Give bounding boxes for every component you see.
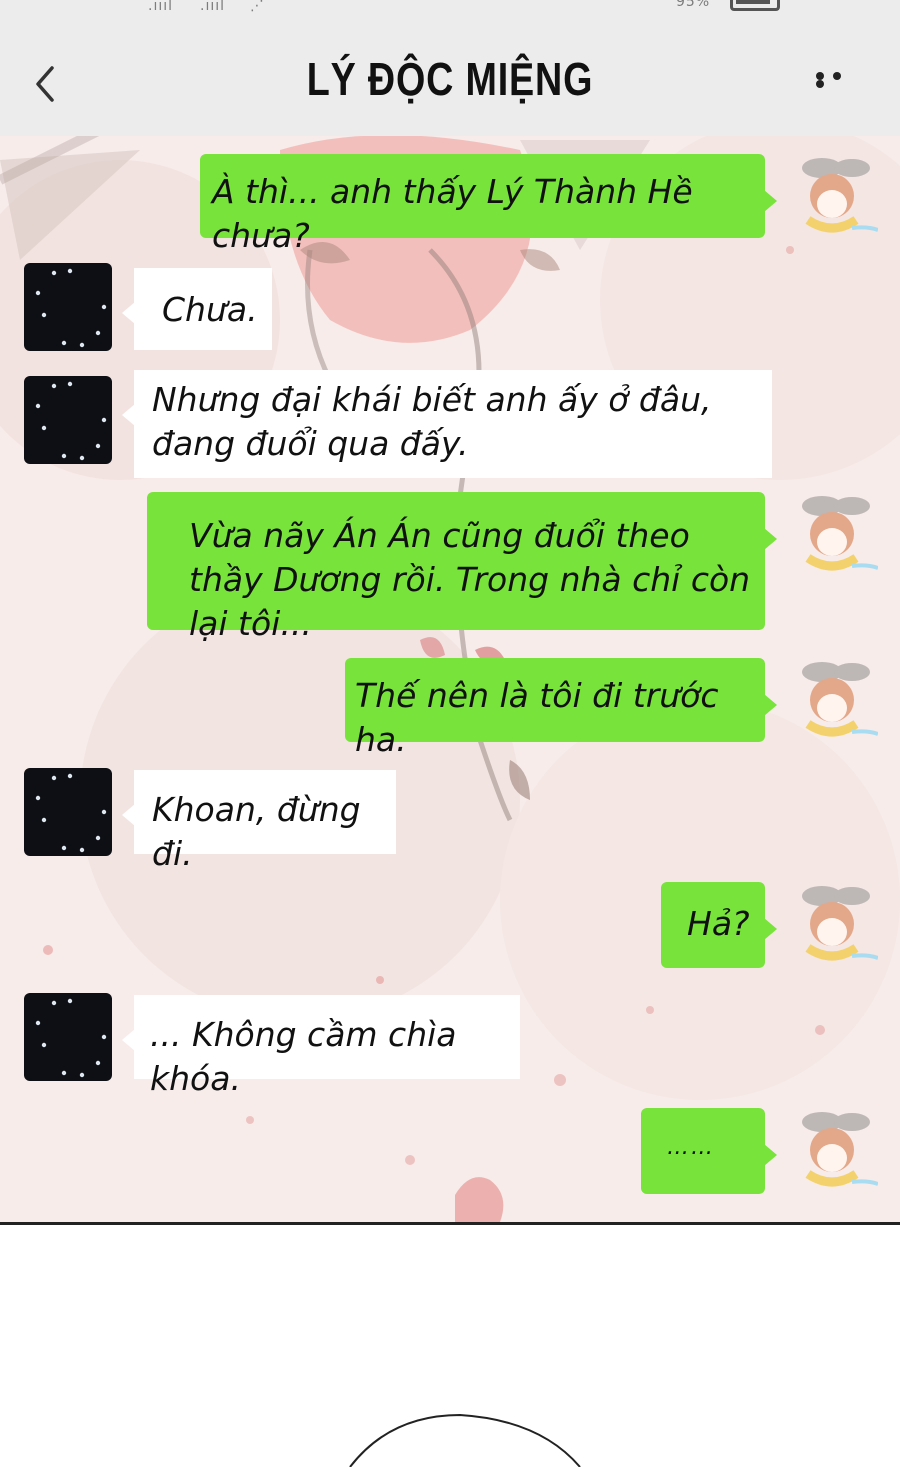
incoming-message-bubble: Nhưng đại khái biết anh ấy ở đâu, đang đ… (122, 370, 772, 478)
message-text: …… (667, 1135, 715, 1160)
message-text: Chưa. (162, 290, 258, 329)
message-text: Hả? (687, 904, 750, 943)
page-title: LÝ ĐỘC MIỆNG (306, 53, 594, 105)
contact-avatar (24, 376, 112, 464)
contact-avatar (24, 263, 112, 351)
incoming-message-bubble: ... Không cầm chìa khóa. (122, 995, 520, 1098)
user-avatar (802, 886, 878, 961)
message-text: Nhưng đại khái biết anh ấy ở đâu, đang đ… (152, 380, 712, 463)
user-avatar (802, 158, 878, 233)
battery-icon (730, 0, 780, 11)
message-text: Thế nên là tôi đi trước ha. (355, 676, 719, 759)
user-avatar (802, 496, 878, 571)
avatar-pattern (35, 773, 107, 853)
message-text: À thì... anh thấy Lý Thành Hề chưa? (212, 172, 693, 255)
outgoing-message-bubble: Hả? (661, 882, 777, 968)
status-bar: .ıııl .ıııl ⋰ 95% (0, 0, 900, 14)
chat-screen: .ıııl .ıııl ⋰ 95% LÝ ĐỘC MIỆNG À thì... … (0, 0, 900, 1225)
outgoing-message-bubble: …… (641, 1108, 777, 1194)
message-text: ... Không cầm chìa khóa. (150, 1015, 457, 1098)
incoming-message-bubble: Khoan, đừng đi. (122, 770, 396, 873)
avatar-pattern (35, 268, 107, 348)
contact-avatar (24, 768, 112, 856)
user-avatar (802, 662, 878, 737)
user-avatar (802, 1112, 878, 1187)
outgoing-message-bubble: Vừa nãy Án Án cũng đuổi theo thầy Dương … (147, 492, 777, 643)
incoming-message-bubble: Chưa. (122, 268, 272, 350)
message-text: Vừa nãy Án Án cũng đuổi theo thầy Dương … (189, 516, 751, 643)
battery-percentage: 95% (676, 0, 711, 10)
signal-icon: .ıııl (200, 0, 226, 14)
message-text: Khoan, đừng đi. (152, 790, 361, 873)
wifi-icon: ⋰ (250, 0, 265, 14)
outgoing-message-bubble: À thì... anh thấy Lý Thành Hề chưa? (200, 154, 777, 255)
more-horizontal-icon[interactable] (816, 72, 866, 88)
chat-header: LÝ ĐỘC MIỆNG (0, 14, 900, 136)
avatar-pattern (35, 381, 107, 461)
avatar-pattern (35, 998, 107, 1078)
contact-avatar (24, 993, 112, 1081)
chevron-left-icon[interactable] (30, 62, 60, 106)
comic-panel-outline (349, 1413, 581, 1467)
signal-icon: .ıııl (148, 0, 174, 14)
outgoing-message-bubble: Thế nên là tôi đi trước ha. (345, 658, 777, 759)
